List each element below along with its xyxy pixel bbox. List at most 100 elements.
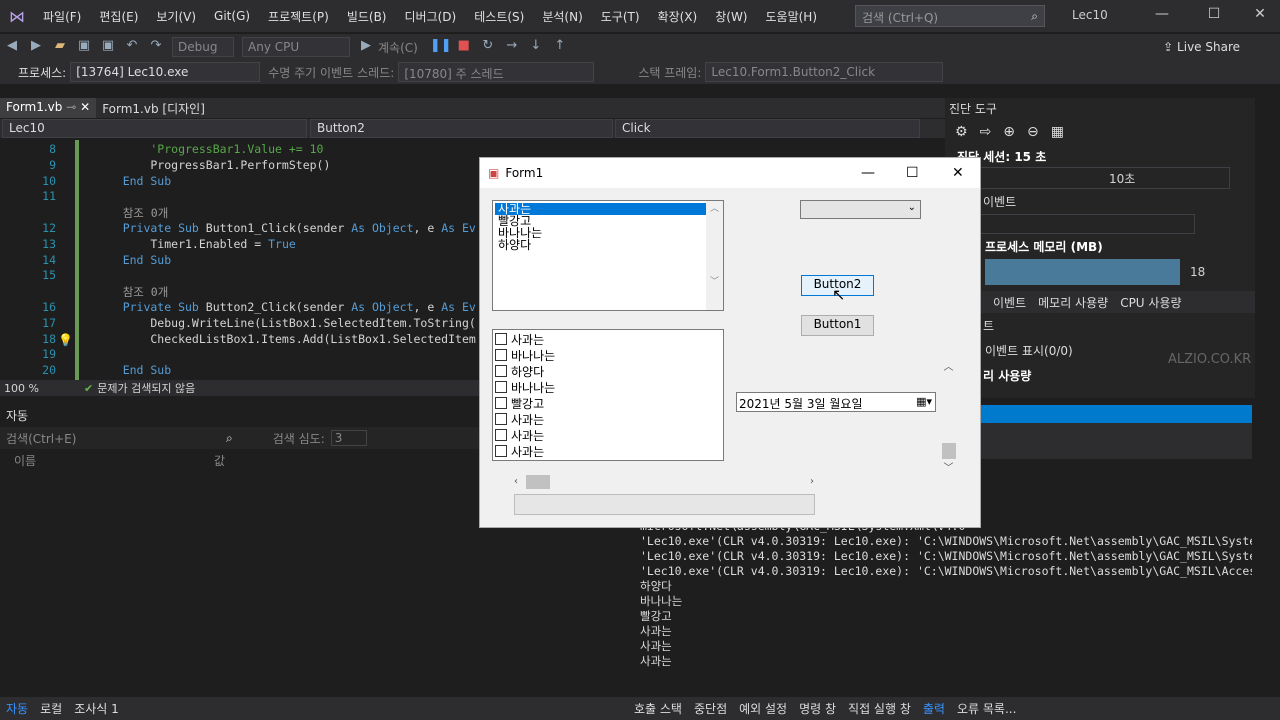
code-line[interactable]: Private Sub Button1_Click(sender As Obje…: [95, 221, 476, 235]
datetimepicker1[interactable]: 2021년 5월 3일 월요일 ▦▾: [736, 392, 936, 412]
checkbox[interactable]: [495, 397, 507, 409]
bottom-tab[interactable]: 명령 창: [793, 700, 842, 717]
open-icon[interactable]: ▰: [50, 38, 70, 56]
member-combo[interactable]: Button2: [310, 119, 613, 138]
button1[interactable]: Button1: [801, 315, 874, 336]
close-button[interactable]: ✕: [952, 165, 964, 181]
menu-item[interactable]: 보기(V): [147, 8, 205, 25]
undo-icon[interactable]: ↶: [122, 38, 142, 56]
listbox-scrollbar[interactable]: ︿ ﹀: [706, 201, 723, 310]
checked-list-item[interactable]: 바나나는: [493, 379, 723, 395]
code-line[interactable]: CheckedListBox1.Items.Add(ListBox1.Selec…: [95, 332, 475, 346]
reset-zoom-icon[interactable]: ▦: [1051, 124, 1064, 140]
code-line[interactable]: Private Sub Button2_Click(sender As Obje…: [95, 300, 476, 314]
restart-icon[interactable]: ↻: [478, 38, 498, 56]
search-depth-combo[interactable]: 3: [330, 430, 367, 446]
name-column-header[interactable]: 이름: [14, 452, 214, 469]
menu-item[interactable]: 도움말(H): [757, 8, 827, 25]
tab-form1-vb[interactable]: Form1.vb ⊸ ✕: [0, 98, 97, 118]
checked-list-item[interactable]: 하양다: [493, 363, 723, 379]
code-line[interactable]: Debug.WriteLine(ListBox1.SelectedItem.To…: [95, 316, 475, 330]
live-share-button[interactable]: ⇪ Live Share: [1163, 40, 1240, 54]
close-tab-icon[interactable]: ✕: [80, 100, 90, 114]
menu-item[interactable]: 파일(F): [34, 8, 90, 25]
checkbox[interactable]: [495, 445, 507, 457]
settings-icon[interactable]: ⚙: [955, 124, 968, 140]
maximize-button[interactable]: ☐: [906, 165, 919, 181]
pin-icon[interactable]: ⊸: [66, 100, 76, 114]
zoom-in-icon[interactable]: ⊕: [1003, 124, 1015, 140]
tab-form1-design[interactable]: Form1.vb [디자인]: [96, 98, 211, 118]
bottom-tab[interactable]: 로컬: [34, 700, 68, 717]
vscrollbar1[interactable]: ︿ ﹀: [940, 358, 957, 478]
menu-item[interactable]: 확장(X): [649, 8, 707, 25]
hscrollbar1[interactable]: ‹ ›: [514, 473, 814, 490]
menu-item[interactable]: 도구(T): [592, 8, 649, 25]
step-over-icon[interactable]: →: [502, 38, 522, 56]
checkbox[interactable]: [495, 365, 507, 377]
checked-list-item[interactable]: 사과는: [493, 427, 723, 443]
pause-icon[interactable]: ❚❚: [430, 38, 452, 56]
zoom-level[interactable]: 100 %: [4, 382, 84, 395]
bottom-tab[interactable]: 호출 스택: [628, 700, 688, 717]
menu-item[interactable]: 창(W): [706, 8, 756, 25]
stop-icon[interactable]: ■: [454, 38, 474, 56]
menu-item[interactable]: 테스트(S): [465, 8, 533, 25]
step-into-icon[interactable]: ↓: [526, 38, 546, 56]
step-out-icon[interactable]: ↑: [550, 38, 570, 56]
code-line[interactable]: End Sub: [95, 363, 171, 377]
search-icon[interactable]: ⌕: [226, 431, 233, 446]
bottom-tab[interactable]: 중단점: [688, 700, 733, 717]
lightbulb-icon[interactable]: 💡: [58, 333, 73, 347]
checkbox[interactable]: [495, 381, 507, 393]
menu-item[interactable]: 편집(E): [90, 8, 147, 25]
code-line[interactable]: 'ProgressBar1.Value += 10: [95, 142, 323, 156]
bottom-tab[interactable]: 조사식 1: [68, 700, 125, 717]
bottom-tab[interactable]: 직접 실행 창: [842, 700, 917, 717]
play-icon[interactable]: ▶: [356, 38, 376, 56]
bottom-tab[interactable]: 예외 설정: [733, 700, 793, 717]
zoom-out-icon[interactable]: ⊖: [1027, 124, 1039, 140]
bottom-tab[interactable]: 오류 목록...: [951, 700, 1022, 717]
combobox1[interactable]: ⌄: [800, 200, 921, 219]
back-icon[interactable]: ◀: [2, 38, 22, 56]
platform-combo[interactable]: Any CPU: [242, 37, 350, 57]
search-input[interactable]: 검색 (Ctrl+Q) ⌕: [855, 5, 1045, 27]
menu-item[interactable]: Git(G): [205, 9, 259, 23]
minimize-button[interactable]: —: [1152, 6, 1172, 26]
menu-item[interactable]: 프로젝트(P): [259, 8, 338, 25]
checkbox[interactable]: [495, 349, 507, 361]
diag-tab[interactable]: 이벤트: [993, 294, 1026, 311]
diag-tab[interactable]: CPU 사용량: [1120, 294, 1181, 311]
thread-combo[interactable]: [10780] 주 스레드: [398, 62, 595, 82]
checkbox[interactable]: [495, 429, 507, 441]
save-icon[interactable]: ▣: [74, 38, 94, 56]
listbox-item[interactable]: 하양다: [495, 239, 721, 251]
code-line[interactable]: End Sub: [95, 174, 171, 188]
checked-listbox1[interactable]: 사과는 바나나는 하양다 바나나는 빨강고 사과는 사과는 사과는: [492, 329, 724, 461]
code-line[interactable]: 참조 0개: [95, 205, 169, 221]
menu-item[interactable]: 분석(N): [533, 8, 591, 25]
listbox1[interactable]: 사과는 빨강고 바나나는 하양다 ︿ ﹀: [492, 200, 724, 311]
close-button[interactable]: ✕: [1250, 6, 1270, 26]
redo-icon[interactable]: ↷: [146, 38, 166, 56]
issues-status[interactable]: 문제가 검색되지 않음: [97, 380, 195, 396]
autos-search-input[interactable]: 검색(Ctrl+E): [6, 430, 226, 447]
code-line[interactable]: Timer1.Enabled = True: [95, 237, 295, 251]
diag-tab[interactable]: 메모리 사용량: [1038, 294, 1108, 311]
menu-item[interactable]: 빌드(B): [338, 8, 396, 25]
checked-list-item[interactable]: 빨강고: [493, 395, 723, 411]
code-line[interactable]: ProgressBar1.PerformStep(): [95, 158, 330, 172]
vs-logo-icon[interactable]: ⋈: [0, 7, 34, 26]
forward-icon[interactable]: ▶: [26, 38, 46, 56]
minimize-button[interactable]: —: [861, 165, 875, 181]
save-all-icon[interactable]: ▣: [98, 38, 118, 56]
checked-list-item[interactable]: 사과는: [493, 443, 723, 459]
maximize-button[interactable]: ☐: [1204, 6, 1224, 26]
checkbox[interactable]: [495, 333, 507, 345]
value-column-header[interactable]: 값: [214, 452, 225, 469]
lifecycle-events[interactable]: 수명 주기 이벤트: [268, 64, 353, 81]
stack-frame-combo[interactable]: Lec10.Form1.Button2_Click: [705, 62, 944, 82]
continue-button[interactable]: 계속(C): [378, 39, 418, 56]
process-combo[interactable]: [13764] Lec10.exe: [70, 62, 261, 82]
